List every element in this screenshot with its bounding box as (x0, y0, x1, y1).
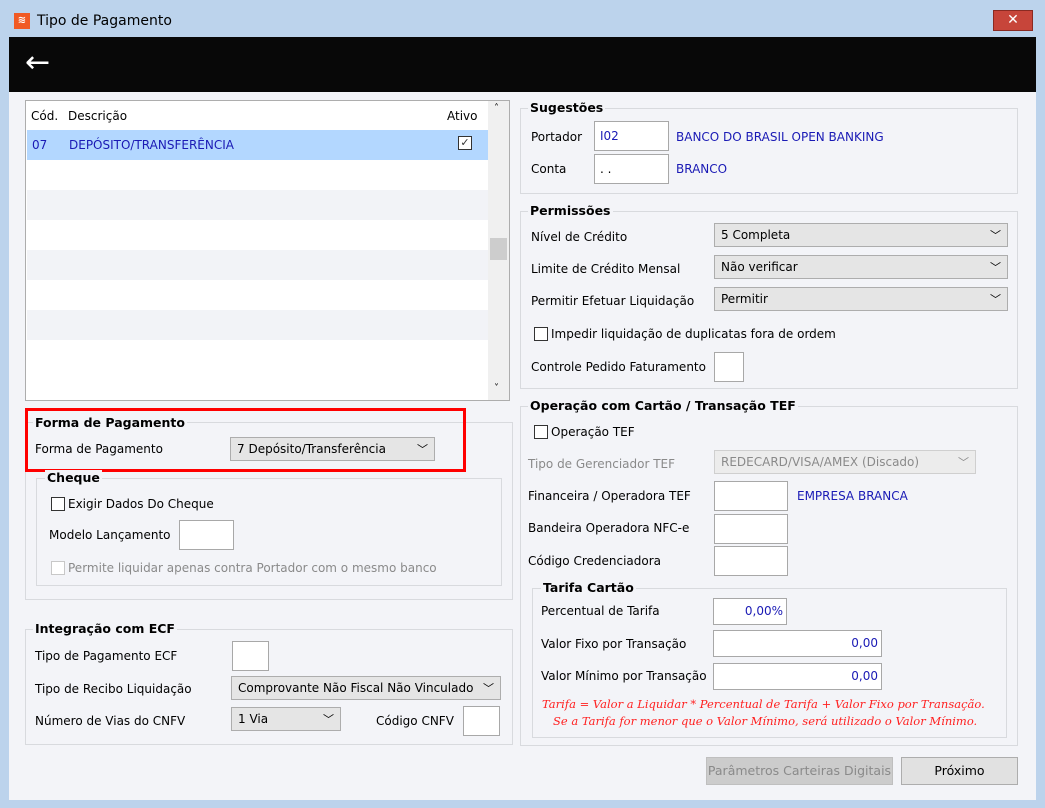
controle-input[interactable] (714, 352, 744, 382)
financeira-input[interactable] (714, 481, 788, 511)
proximo-button[interactable]: Próximo (901, 757, 1018, 785)
controle-label: Controle Pedido Faturamento (531, 360, 706, 374)
percentual-input[interactable]: 0,00% (713, 598, 787, 625)
credenciadora-label: Código Credenciadora (528, 554, 662, 568)
chevron-down-icon: ﹀ (990, 229, 1001, 242)
sugestoes-group-title: Sugestões (528, 100, 606, 115)
portador-name: BANCO DO BRASIL OPEN BANKING (676, 130, 884, 144)
chevron-down-icon: ﹀ (958, 456, 969, 469)
permitir-value: Permitir (721, 292, 768, 306)
conta-name: BRANCO (676, 162, 728, 176)
scroll-thumb[interactable] (490, 238, 507, 260)
column-header-cod[interactable]: Cód. (31, 109, 58, 123)
vias-select[interactable]: 1 Via ﹀ (231, 707, 341, 731)
nivel-select[interactable]: 5 Completa ﹀ (714, 223, 1008, 247)
highlight-box (25, 408, 466, 472)
portador-label: Portador (531, 130, 583, 144)
tipo-ger-select[interactable]: REDECARD/VISA/AMEX (Discado) ﹀ (714, 450, 976, 474)
cell-descricao: DEPÓSITO/TRANSFERÊNCIA (69, 138, 234, 152)
permitir-select[interactable]: Permitir ﹀ (714, 287, 1008, 311)
minimo-input[interactable]: 0,00 (713, 663, 882, 690)
cheque-group-title: Cheque (45, 470, 102, 485)
tipo-recibo-value: Comprovante Não Fiscal Não Vinculado (238, 681, 474, 695)
scroll-down-icon[interactable]: ˅ (494, 383, 499, 394)
bandeira-input[interactable] (714, 514, 788, 544)
codigo-cnfv-input[interactable] (463, 706, 500, 736)
fixo-input[interactable]: 0,00 (713, 630, 882, 657)
table-row[interactable]: 07 DEPÓSITO/TRANSFERÊNCIA ✓ (27, 130, 489, 160)
limite-select[interactable]: Não verificar ﹀ (714, 255, 1008, 279)
column-header-descricao[interactable]: Descrição (68, 109, 127, 123)
payment-types-grid[interactable]: Cód. Descrição Ativo 07 DEPÓSITO/TRANSFE… (25, 100, 510, 401)
chevron-down-icon: ﹀ (323, 713, 334, 726)
tipo-pag-ecf-label: Tipo de Pagamento ECF (35, 649, 178, 663)
tipo-pag-ecf-input[interactable] (232, 641, 269, 671)
permite-label: Permite liquidar apenas contra Portador … (68, 561, 437, 575)
financeira-label: Financeira / Operadora TEF (528, 489, 691, 503)
impedir-checkbox[interactable] (534, 327, 548, 341)
chevron-down-icon: ﹀ (990, 261, 1001, 274)
window-title: Tipo de Pagamento (37, 13, 172, 29)
tipo-recibo-label: Tipo de Recibo Liquidação (35, 682, 192, 696)
chevron-down-icon: ﹀ (990, 293, 1001, 306)
codigo-cnfv-label: Código CNFV (376, 714, 454, 728)
fixo-label: Valor Fixo por Transação (541, 637, 687, 651)
exigir-checkbox[interactable] (51, 497, 65, 511)
financeira-name: EMPRESA BRANCA (797, 489, 908, 503)
tarifa-note-1: Tarifa = Valor a Liquidar * Percentual d… (542, 697, 985, 711)
tipo-ger-label: Tipo de Gerenciador TEF (528, 457, 676, 471)
modelo-input[interactable] (179, 520, 234, 550)
modelo-label: Modelo Lançamento (49, 528, 171, 542)
back-arrow-icon[interactable]: ← (25, 48, 50, 78)
bandeira-label: Bandeira Operadora NFC-e (528, 521, 690, 535)
permite-checkbox[interactable] (51, 561, 65, 575)
ativo-checkbox[interactable]: ✓ (458, 136, 472, 150)
nivel-label: Nível de Crédito (531, 230, 628, 244)
cell-cod: 07 (32, 138, 48, 152)
tipo-ger-value: REDECARD/VISA/AMEX (Discado) (721, 455, 920, 469)
conta-label: Conta (531, 162, 567, 176)
scroll-up-icon[interactable]: ˄ (494, 103, 499, 114)
permitir-label: Permitir Efetuar Liquidação (531, 294, 695, 308)
column-header-ativo[interactable]: Ativo (447, 109, 477, 123)
chevron-down-icon: ﹀ (483, 682, 494, 695)
tef-group-title: Operação com Cartão / Transação TEF (528, 398, 798, 413)
percentual-label: Percentual de Tarifa (541, 604, 660, 618)
operacao-tef-checkbox[interactable] (534, 425, 548, 439)
tarifa-note-2: Se a Tarifa for menor que o Valor Mínimo… (553, 714, 978, 728)
impedir-label: Impedir liquidação de duplicatas fora de… (551, 327, 836, 341)
grid-scrollbar[interactable]: ˄ ˅ (488, 101, 509, 400)
vias-label: Número de Vias do CNFV (35, 714, 186, 728)
nivel-value: 5 Completa (721, 228, 791, 242)
conta-input[interactable]: . . (594, 154, 669, 184)
parametros-carteiras-button[interactable]: Parâmetros Carteiras Digitais (706, 757, 893, 785)
permissoes-group-title: Permissões (528, 203, 613, 218)
vias-value: 1 Via (238, 712, 269, 726)
operacao-tef-label: Operação TEF (551, 425, 635, 439)
credenciadora-input[interactable] (714, 546, 788, 576)
tipo-recibo-select[interactable]: Comprovante Não Fiscal Não Vinculado ﹀ (231, 676, 501, 700)
limite-label: Limite de Crédito Mensal (531, 262, 681, 276)
exigir-label: Exigir Dados Do Cheque (68, 497, 214, 511)
ecf-group-title: Integração com ECF (33, 621, 177, 636)
close-button[interactable]: ✕ (993, 10, 1033, 31)
app-icon: ≋ (14, 13, 30, 29)
minimo-label: Valor Mínimo por Transação (541, 669, 707, 683)
tarifa-group-title: Tarifa Cartão (541, 580, 636, 595)
limite-value: Não verificar (721, 260, 798, 274)
toolbar (9, 37, 1036, 92)
portador-input[interactable]: I02 (594, 121, 669, 151)
